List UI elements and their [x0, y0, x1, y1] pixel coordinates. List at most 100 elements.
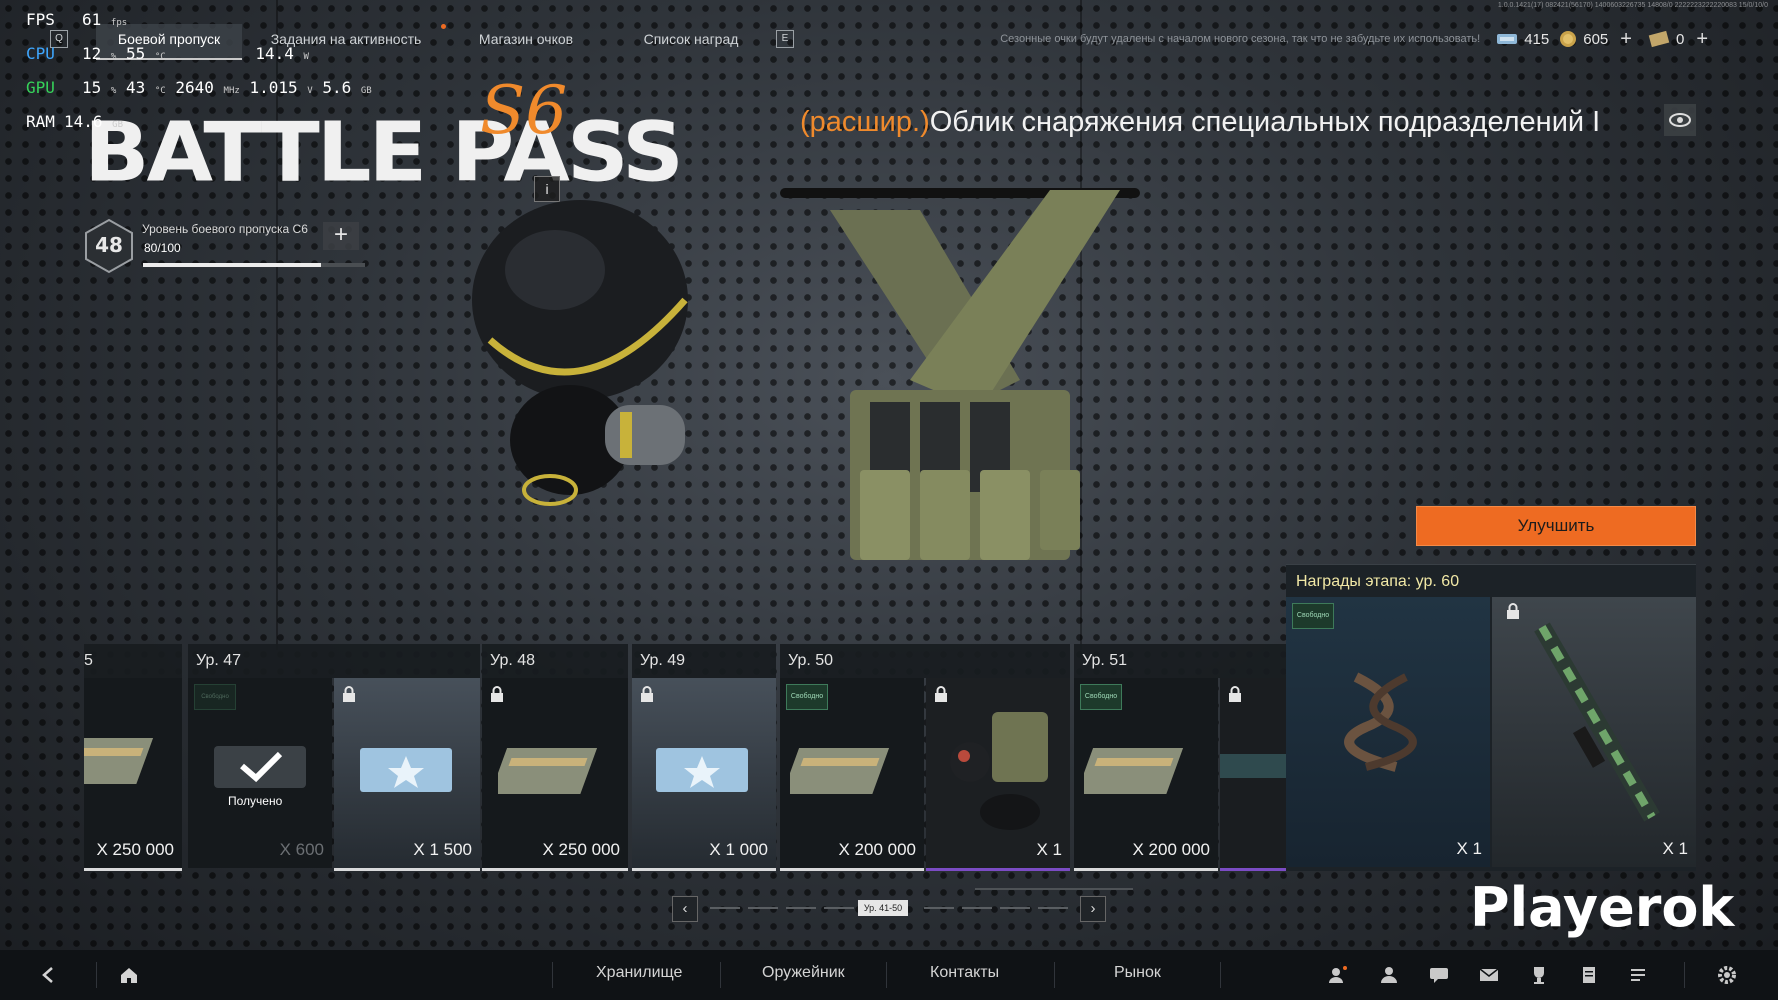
reward-card[interactable]: X 1 000 — [632, 678, 776, 871]
page-dash[interactable] — [1000, 907, 1030, 909]
reward-card[interactable]: X 250 000 — [84, 678, 182, 871]
tasks-icon[interactable] — [1628, 964, 1650, 986]
gpu-label: GPU — [26, 78, 55, 97]
lock-icon — [1229, 686, 1241, 702]
add-coins-button[interactable]: + — [1620, 28, 1632, 51]
currency-tickets: 415 — [1496, 31, 1549, 48]
cash-stack-image — [498, 748, 598, 794]
trophy-icon[interactable] — [1528, 964, 1550, 986]
stage-rewards-title: Награды этапа: ур. 60 — [1296, 573, 1460, 590]
reward-quantity: X 250 000 — [96, 840, 174, 859]
ram-row: RAM 14.6 GB — [20, 112, 380, 134]
buy-level-button[interactable]: + — [323, 222, 359, 250]
back-arrow-icon[interactable] — [38, 964, 60, 986]
level-label: Ур. 49 — [632, 644, 776, 678]
page-dash[interactable] — [1038, 907, 1068, 909]
stage-rewards-panel: Награды этапа: ур. 60 Свободно X 1 X 1 — [1286, 564, 1696, 871]
nav-market[interactable]: Рынок — [1114, 964, 1161, 982]
lock-icon — [641, 686, 653, 702]
tab-points-shop[interactable]: Магазин очков — [466, 24, 586, 58]
reward-card[interactable]: X 250 000 — [482, 678, 628, 871]
reward-card[interactable]: Свободно X 200 000 — [780, 678, 924, 871]
notification-dot — [441, 24, 446, 29]
helmet-gasmask-image — [472, 200, 688, 506]
item-prefix: (расшир.) — [800, 106, 930, 138]
upgrade-button[interactable]: Улучшить — [1416, 506, 1696, 546]
next-page-button[interactable]: › — [1080, 896, 1106, 922]
gear-icon[interactable] — [1716, 964, 1738, 986]
free-badge: Свободно — [786, 684, 828, 710]
reward-card-partial[interactable] — [1220, 678, 1286, 871]
fps-row: FPS 61 fps — [20, 10, 380, 32]
divider — [720, 962, 721, 988]
home-icon[interactable] — [118, 964, 140, 986]
currency-bonds: 0 + — [1648, 28, 1708, 51]
level-progress-text: 80/100 — [144, 241, 181, 255]
reward-quantity: X 1 000 — [709, 840, 768, 859]
page-dash[interactable] — [962, 907, 992, 909]
page-dash[interactable] — [748, 907, 778, 909]
reward-quantity: X 200 000 — [1132, 840, 1210, 859]
page-label[interactable]: Ур. 41-50 — [858, 900, 908, 916]
reward-quantity: X 1 — [1456, 839, 1482, 858]
nav-gunsmith[interactable]: Оружейник — [762, 964, 845, 982]
level-column-48: Ур. 48 X 250 000 — [482, 644, 628, 871]
level-column: 5 X 250 000 — [84, 644, 182, 871]
free-badge: Свободно — [1080, 684, 1122, 710]
item-title: (расшир.)Облик снаряжения специальных по… — [800, 106, 1600, 139]
divider — [96, 962, 97, 988]
level-label: Ур. 47 — [188, 644, 480, 678]
chest-rig-image — [780, 188, 1140, 560]
prev-page-button[interactable]: ‹ — [672, 896, 698, 922]
level-column-49: Ур. 49 X 1 000 — [632, 644, 776, 871]
divider — [1054, 962, 1055, 988]
bonds-icon — [1648, 30, 1670, 48]
tab-reward-list[interactable]: Список наград — [626, 24, 756, 58]
mail-icon[interactable] — [1478, 964, 1500, 986]
currency-coins: 605 + — [1559, 28, 1632, 51]
friends-icon[interactable] — [1378, 964, 1400, 986]
level-label: Ур. 51 — [1074, 644, 1286, 678]
document-icon[interactable] — [1578, 964, 1600, 986]
stage-reward-card-premium[interactable]: X 1 — [1492, 597, 1696, 867]
reward-quantity: X 1 500 — [413, 840, 472, 859]
reward-card-claimed[interactable]: Свободно Получено X 600 — [188, 678, 332, 868]
nav-storage[interactable]: Хранилище — [596, 964, 682, 982]
level-progress-bar — [143, 263, 365, 267]
free-badge: Свободно — [194, 684, 236, 710]
divider — [1220, 962, 1221, 988]
dna-charm-image — [1344, 672, 1417, 772]
stage-reward-card-free[interactable]: Свободно X 1 — [1286, 597, 1490, 867]
add-bonds-button[interactable]: + — [1696, 28, 1708, 51]
cpu-label: CPU — [26, 44, 55, 63]
currency-bar: Сезонные очки будут удалены с началом но… — [1000, 26, 1708, 52]
claimed-check-icon — [214, 746, 306, 788]
track-scrollbar[interactable] — [975, 888, 1133, 890]
page-dash[interactable] — [710, 907, 740, 909]
reward-card-rare[interactable]: X 1 — [926, 678, 1070, 871]
reward-quantity: X 600 — [279, 840, 324, 859]
ram-value: 14.6 GB — [64, 112, 124, 131]
gpu-values: 15 % 43 °C 2640 MHz 1.015 V 5.6 GB — [82, 78, 372, 97]
cash-stack-image — [84, 738, 154, 784]
gear-set-image — [950, 712, 1048, 830]
eye-icon — [1669, 113, 1691, 127]
ticket-icon — [1497, 34, 1518, 44]
level-column-50: Ур. 50 Свободно X 200 000 X 1 — [780, 644, 1070, 871]
reward-card[interactable]: X 1 500 — [334, 678, 480, 871]
ram-label: RAM — [26, 112, 55, 131]
squad-icon[interactable] — [1328, 964, 1350, 986]
level-column-47: Ур. 47 Свободно Получено X 600 X 1 500 — [188, 644, 480, 871]
page-dash[interactable] — [924, 907, 954, 909]
chat-icon[interactable] — [1428, 964, 1450, 986]
level-label: 5 — [84, 644, 182, 678]
page-dash[interactable] — [824, 907, 854, 909]
gpu-row: GPU 15 % 43 °C 2640 MHz 1.015 V 5.6 GB — [20, 78, 380, 100]
nav-contacts[interactable]: Контакты — [930, 964, 999, 982]
page-dash[interactable] — [786, 907, 816, 909]
level-progress-fill — [143, 263, 321, 267]
preview-eye-button[interactable] — [1664, 104, 1696, 136]
divider — [552, 962, 553, 988]
playerok-watermark: Playerok — [1470, 876, 1735, 939]
reward-card[interactable]: Свободно X 200 000 — [1074, 678, 1218, 871]
